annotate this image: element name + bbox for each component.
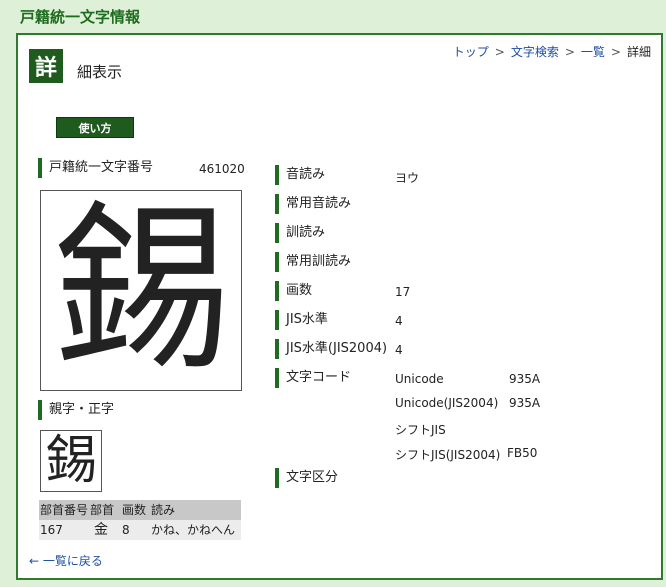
radical-char: 金 [94,522,108,538]
breadcrumb-top[interactable]: トップ [453,45,489,59]
parent-char-image[interactable]: 錫 [40,430,102,492]
unicode-jis2004-value: 935A [509,396,541,410]
jis-level-value: 4 [395,314,403,328]
joyo-on-reading-label: 常用音読み [275,194,351,214]
joyo-kun-reading-label: 常用訓読み [275,252,351,272]
breadcrumb-current: 詳細 [626,45,651,59]
shift-jis-jis2004-name: シフトJIS(JIS2004) [395,448,501,462]
char-class-label: 文字区分 [275,468,338,488]
unicode-value: 935A [509,372,541,386]
detail-badge-icon: 詳 [29,49,63,83]
radical-table-row: 167 金 8 かね、かねへん [39,520,241,540]
char-number-value: 461020 [199,162,245,176]
on-reading-label: 音読み [275,165,325,185]
radical-number: 167 [40,523,63,537]
shift-jis-jis2004-value: FB50 [507,446,538,460]
jis2004-level-value: 4 [395,343,403,357]
breadcrumb-separator: > [610,45,621,59]
site-title: 戸籍統一文字情報 [20,8,141,26]
stroke-count-value: 17 [395,285,411,299]
char-number-label: 戸籍統一文字番号 [38,158,153,178]
char-code-label: 文字コード [275,368,351,388]
breadcrumb-separator: > [494,45,505,59]
breadcrumb-list[interactable]: 一覧 [581,45,605,59]
header-radical: 部首 [90,503,115,517]
breadcrumb: トップ > 文字検索 > 一覧 > 詳細 [453,43,651,60]
unicode-name: Unicode [395,372,444,386]
header-reading: 読み [151,503,176,517]
jis-level-label: JIS水準 [275,310,328,330]
radical-table-header: 部首番号 部首 画数 読み [39,500,241,520]
kun-reading-label: 訓読み [275,223,325,243]
usage-button[interactable]: 使い方 [56,117,134,138]
breadcrumb-search[interactable]: 文字検索 [511,45,559,59]
radical-strokes: 8 [122,523,130,537]
jis2004-level-label: JIS水準(JIS2004) [275,339,387,359]
parent-char-label: 親字・正字 [38,400,114,420]
shift-jis-name: シフトJIS [395,423,446,437]
radical-reading: かね、かねへん [151,523,236,537]
header-strokes: 画数 [122,503,147,517]
on-reading-value: ヨウ [395,171,420,185]
main-char-image: 錫 [40,190,242,391]
breadcrumb-separator: > [564,45,575,59]
header-radical-number: 部首番号 [40,503,89,517]
stroke-count-label: 画数 [275,281,312,301]
back-to-list-link[interactable]: ← 一覧に戻る [29,552,103,569]
radical-table: 部首番号 部首 画数 読み 167 金 8 かね、かねへん [39,500,241,540]
page-heading: 細表示 [77,63,123,81]
unicode-jis2004-name: Unicode(JIS2004) [395,396,499,410]
detail-panel: 詳 細表示 トップ > 文字検索 > 一覧 > 詳細 使い方 戸籍統一文字番号 461020… [16,33,663,580]
